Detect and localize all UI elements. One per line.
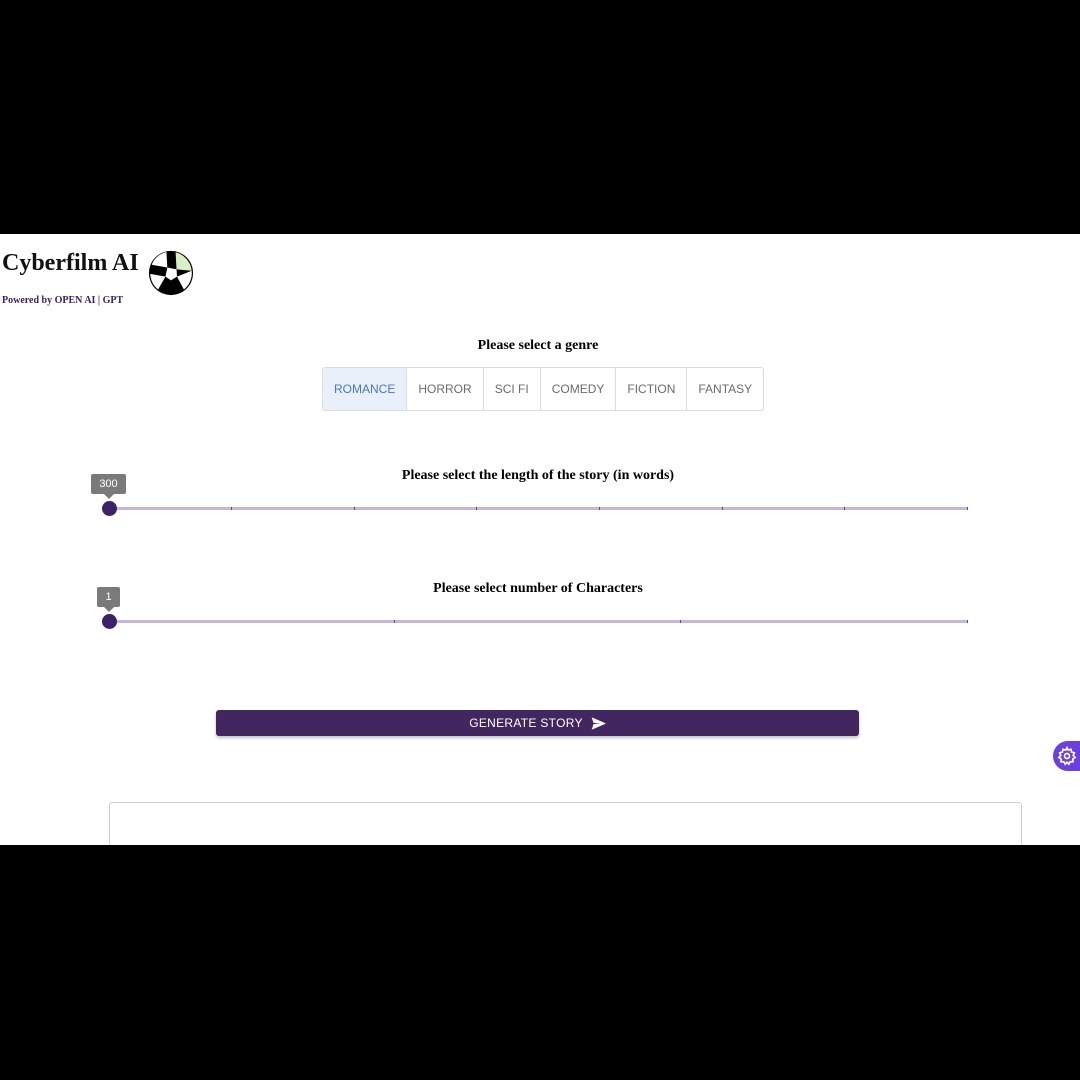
length-slider-mark (354, 507, 355, 510)
genre-option-fantasy[interactable]: FANTASY (687, 368, 764, 410)
camera-aperture-icon (148, 250, 194, 296)
genre-toggle-group: ROMANCE HORROR SCI FI COMEDY FICTION FAN… (322, 367, 765, 411)
genre-option-sci-fi[interactable]: SCI FI (483, 368, 541, 410)
gear-icon (1057, 746, 1077, 766)
characters-slider-track[interactable] (109, 620, 968, 623)
length-slider-mark (967, 507, 968, 510)
genre-option-comedy[interactable]: COMEDY (540, 368, 617, 410)
length-value-tooltip: 300 (91, 474, 126, 499)
characters-slider-mark (967, 620, 968, 623)
length-slider-mark (722, 507, 723, 510)
characters-slider-mark (680, 620, 681, 623)
length-slider[interactable] (102, 501, 968, 517)
app-page: Cyberfilm AI Powered by OPEN AI | GPT Pl… (0, 234, 1080, 845)
length-slider-track[interactable] (109, 507, 968, 510)
characters-slider-thumb[interactable] (102, 614, 117, 629)
send-icon (591, 716, 606, 730)
genre-prompt: Please select a genre (477, 338, 599, 353)
powered-by-tagline: Powered by OPEN AI | GPT (2, 295, 124, 306)
genre-option-horror[interactable]: HORROR (407, 368, 484, 410)
settings-button[interactable] (1053, 741, 1080, 771)
characters-value-tooltip: 1 (97, 587, 120, 612)
genre-option-romance[interactable]: ROMANCE (323, 368, 408, 410)
app-title: Cyberfilm AI (2, 250, 139, 276)
generate-story-button[interactable]: GENERATE STORY (216, 710, 859, 736)
characters-slider-mark (394, 620, 395, 623)
story-output-box (109, 802, 1022, 845)
characters-slider-label: Please select number of Characters (433, 581, 643, 596)
length-slider-thumb[interactable] (102, 501, 117, 516)
length-slider-label: Please select the length of the story (i… (401, 468, 675, 483)
generate-story-label: GENERATE STORY (469, 716, 583, 730)
length-slider-mark (599, 507, 600, 510)
characters-slider[interactable] (102, 614, 968, 630)
length-slider-mark (844, 507, 845, 510)
genre-option-fiction[interactable]: FICTION (616, 368, 688, 410)
length-slider-mark (231, 507, 232, 510)
length-slider-mark (476, 507, 477, 510)
